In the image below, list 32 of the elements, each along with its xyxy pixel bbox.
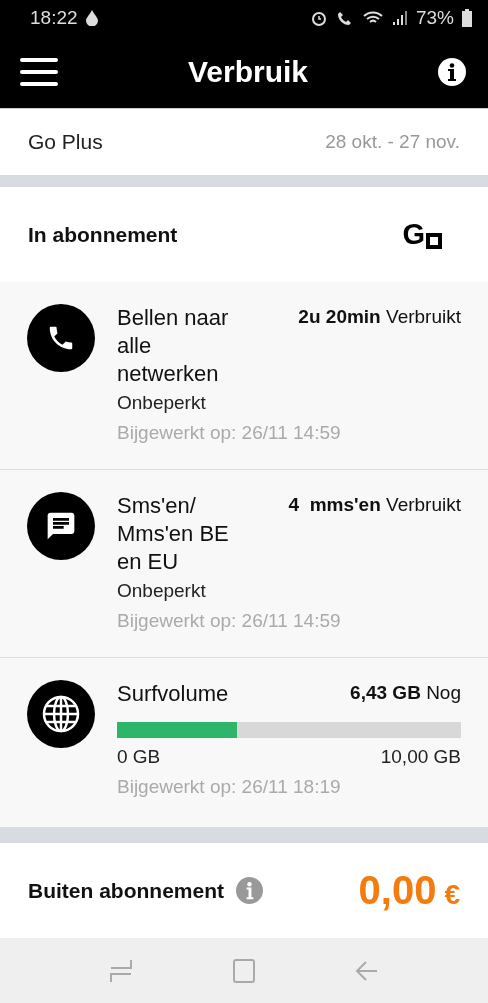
usage-value: 6,43 GB Nog <box>350 681 461 705</box>
battery-icon <box>462 8 472 27</box>
usage-limit: Onbeperkt <box>117 580 207 602</box>
signal-icon <box>391 9 408 26</box>
square-icon <box>426 233 442 249</box>
range-max: 10,00 GB <box>380 746 461 768</box>
item-title: Surfvolume <box>117 680 229 708</box>
usage-value: 2u 20min Verbruikt <box>298 305 461 329</box>
range-min: 0 GB <box>117 746 161 768</box>
usage-limit: Onbeperkt <box>117 392 207 414</box>
status-time: 18:22 <box>30 6 78 29</box>
plan-name: Go Plus <box>28 130 103 154</box>
page-title: Verbruik <box>187 54 309 89</box>
section-title: In abonnement <box>28 222 178 247</box>
billing-period: 28 okt. - 27 nov. <box>325 131 460 153</box>
home-icon[interactable] <box>232 957 256 984</box>
logo-letter: G <box>402 220 425 249</box>
battery-percentage: 73% <box>415 6 454 29</box>
usage-value: 4 mms'en Verbruikt <box>288 493 461 517</box>
updated-time: Bijgewerkt op: 26/11 14:59 <box>117 610 342 632</box>
globe-icon <box>41 694 81 734</box>
section-title: Buiten abonnement <box>28 878 224 903</box>
currency: € <box>444 879 460 911</box>
item-title: Bellen naar alle netwerken <box>117 304 230 388</box>
updated-time: Bijgewerkt op: 26/11 18:19 <box>117 776 342 798</box>
menu-icon[interactable] <box>20 56 58 87</box>
updated-time: Bijgewerkt op: 26/11 14:59 <box>117 422 342 444</box>
drop-icon <box>85 9 98 26</box>
item-title: Sms'en/ Mms'en BE en EU <box>117 492 230 576</box>
info-icon[interactable] <box>438 57 466 86</box>
recent-apps-icon[interactable] <box>109 957 134 984</box>
amount: 0,00 <box>358 868 437 913</box>
